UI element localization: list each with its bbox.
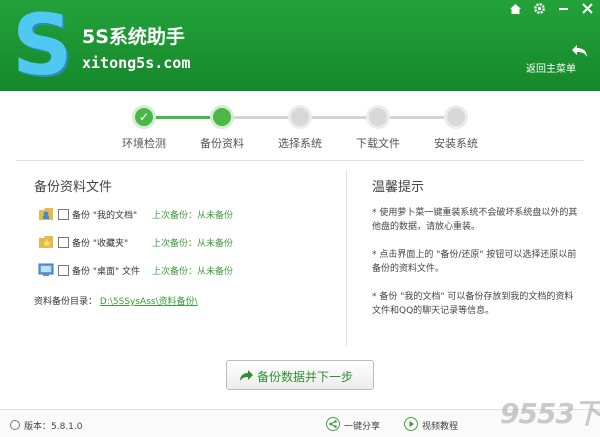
tip-item: * 使用萝卜菜一键重装系统不会破坏系统盘以外的其他盘的数据，请放心重装。 — [372, 208, 578, 232]
info-icon — [10, 420, 20, 430]
progress-steps: ✓ 环境检测 备份资料 选择系统 下载文件 安装系统 — [100, 96, 500, 152]
backup-and-next-button[interactable]: 备份数据并下一步 — [226, 360, 374, 390]
backup-item-documents: 备份 "我的文档" 上次备份：从未备份 — [38, 206, 338, 226]
close-icon[interactable] — [580, 2, 594, 18]
documents-checkbox[interactable] — [58, 209, 69, 220]
step-label: 安装系统 — [434, 137, 478, 150]
step-active-dot — [210, 105, 234, 129]
step-install-system: 安装系统 — [412, 96, 500, 151]
tips-title: 温馨提示 — [372, 180, 425, 195]
step-select-system: 选择系统 — [256, 96, 344, 151]
step-pending-dot — [444, 105, 468, 129]
divider — [16, 160, 584, 161]
window-controls — [508, 2, 594, 18]
version-info: 版本：5.8.1.0 — [10, 419, 83, 432]
step-label: 备份资料 — [200, 137, 244, 150]
video-tutorial-label: 视频教程 — [422, 422, 459, 432]
watermark: 9553下载 — [500, 397, 600, 430]
step-download-files: 下载文件 — [334, 96, 422, 151]
backup-item-desktop: 备份 "桌面" 文件 上次备份：从未备份 — [38, 262, 338, 282]
video-icon — [404, 417, 418, 431]
step-label: 环境检测 — [122, 137, 166, 150]
desktop-checkbox[interactable] — [58, 265, 69, 276]
share-label: 一键分享 — [344, 422, 381, 432]
backup-item-label: 备份 "我的文档" — [72, 211, 138, 221]
version-text: 版本：5.8.1.0 — [24, 422, 83, 432]
forward-arrow-icon — [240, 370, 253, 381]
backup-directory-link[interactable]: D:\5SSysAss\资料备份\ — [100, 297, 198, 307]
brand-name: 5S系统助手 — [82, 26, 185, 48]
desktop-icon — [38, 263, 54, 276]
back-arrow-icon — [572, 45, 587, 57]
favorites-checkbox[interactable] — [58, 237, 69, 248]
backup-directory-row: 资料备份目录： D:\5SSysAss\资料备份\ — [34, 294, 198, 307]
logo: S — [12, 0, 73, 94]
vertical-divider — [346, 170, 347, 346]
backup-and-next-label: 备份数据并下一步 — [257, 370, 354, 384]
step-label: 选择系统 — [278, 137, 322, 150]
backup-item-status: 上次备份：从未备份 — [152, 239, 234, 249]
backup-section-title: 备份资料文件 — [34, 180, 113, 195]
step-label: 下载文件 — [356, 137, 400, 150]
tip-item: * 点击界面上的 "备份/还原" 按钮可以选择还原以前备份的资料文件。 — [372, 250, 577, 274]
back-to-main-menu-button[interactable]: 返回主菜单 — [520, 40, 592, 80]
app-header: S 5S系统助手 xitong5s.com 返回主菜单 — [0, 0, 600, 91]
share-icon — [326, 417, 340, 431]
backup-directory-label: 资料备份目录： — [34, 297, 98, 307]
backup-item-label: 备份 "桌面" 文件 — [72, 267, 141, 277]
home-icon[interactable] — [508, 2, 522, 18]
step-backup-data: 备份资料 — [178, 96, 266, 151]
backup-item-status: 上次备份：从未备份 — [152, 267, 234, 277]
backup-item-status: 上次备份：从未备份 — [152, 211, 234, 221]
step-done-check-icon: ✓ — [132, 105, 156, 129]
minimize-icon[interactable] — [556, 2, 570, 18]
back-to-main-menu-label: 返回主菜单 — [526, 64, 576, 75]
gear-icon[interactable] — [532, 2, 546, 18]
step-pending-dot — [366, 105, 390, 129]
tip-item: * 备份 "我的文档" 可以备份存放到我的文档的资料文件和QQ的聊天记录等信息。 — [372, 292, 574, 316]
step-environment-check: ✓ 环境检测 — [100, 96, 188, 151]
step-pending-dot — [288, 105, 312, 129]
favorites-icon — [39, 236, 53, 248]
backup-item-label: 备份 "收藏夹" — [72, 239, 129, 249]
backup-item-favorites: 备份 "收藏夹" 上次备份：从未备份 — [38, 234, 338, 254]
documents-icon — [39, 208, 53, 220]
brand-url: xitong5s.com — [82, 54, 191, 72]
